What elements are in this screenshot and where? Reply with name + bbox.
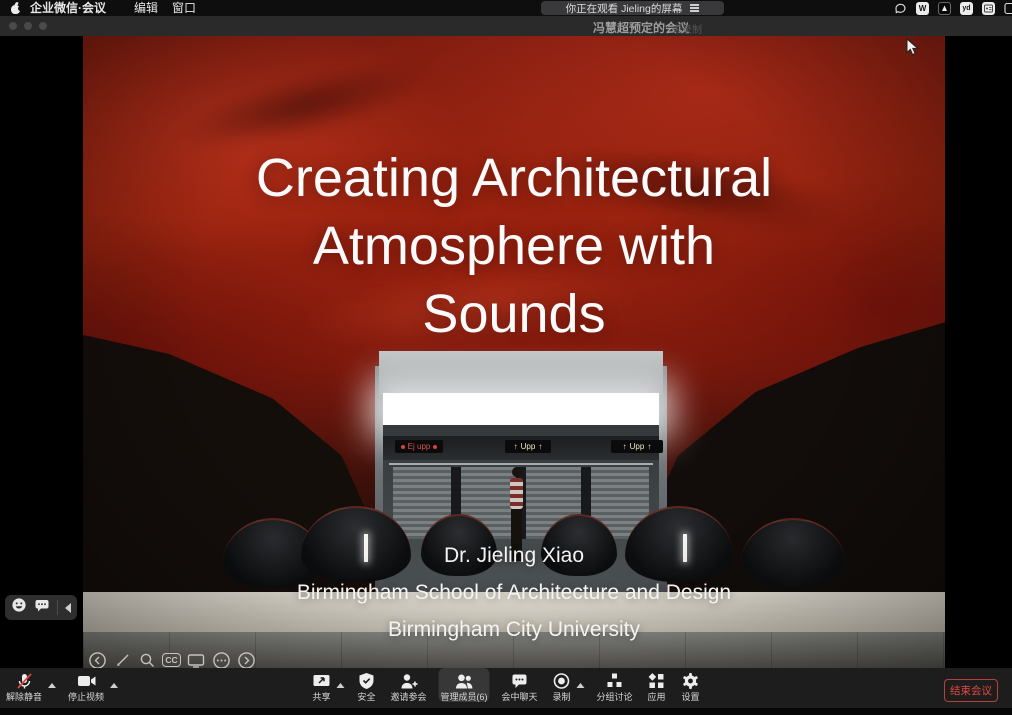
manage-members-button[interactable]: 管理成员(6)	[438, 668, 489, 702]
chat-bubble-tray-icon[interactable]	[894, 2, 907, 15]
meeting-toolbar: 解除静音 停止视频 共享 安全	[0, 668, 1012, 715]
screen-share-status-pill[interactable]: 你正在观看 Jieling的屏幕	[541, 1, 724, 15]
pill-divider	[57, 600, 58, 615]
collapse-panel-icon[interactable]	[65, 603, 71, 613]
mic-muted-icon	[14, 671, 34, 690]
apps-button[interactable]: 应用	[645, 668, 669, 702]
captions-button[interactable]: CC	[162, 653, 181, 667]
record-button[interactable]: 录制	[550, 668, 574, 702]
share-options-icon	[690, 7, 699, 9]
camera-icon	[76, 671, 97, 690]
slide-title-line3: Sounds	[83, 280, 945, 348]
shared-screen-slide: Ej upp ↑Upp↑ ↑Upp↑ Creating Architectura…	[83, 36, 945, 672]
dark-app-tray-icon[interactable]	[938, 2, 951, 15]
credit-author: Dr. Jieling Xiao	[83, 537, 945, 574]
chat-label: 会中聊天	[501, 692, 537, 702]
settings-label: 设置	[682, 692, 700, 702]
apple-menu-icon[interactable]	[10, 3, 21, 14]
manage-members-label: 管理成员(6)	[440, 692, 487, 702]
previous-slide-button[interactable]	[87, 650, 107, 670]
slide-credits: Dr. Jieling Xiao Birmingham School of Ar…	[83, 537, 945, 648]
hall-light-tube	[389, 463, 653, 465]
end-meeting-button[interactable]: 结束会议	[944, 679, 998, 702]
mic-options-caret[interactable]	[48, 683, 56, 688]
emoji-reaction-icon[interactable]	[11, 597, 27, 618]
menubar-window-menu[interactable]: 窗口	[172, 1, 196, 15]
pen-tool-icon[interactable]	[112, 650, 132, 670]
person-plus-icon	[398, 671, 419, 690]
stop-video-label: 停止视频	[68, 692, 104, 702]
share-screen-icon	[311, 671, 331, 690]
menubar-edit-menu[interactable]: 编辑	[134, 1, 158, 15]
zoom-tool-icon[interactable]	[137, 650, 157, 670]
credit-university: Birmingham City University	[83, 611, 945, 648]
people-icon	[453, 671, 475, 690]
unmute-button[interactable]: 解除静音	[4, 668, 44, 702]
credit-school: Birmingham School of Architecture and De…	[83, 574, 945, 611]
yd-app-tray-icon[interactable]: yd	[960, 2, 973, 15]
reactions-floating-panel	[5, 595, 77, 620]
chat-button[interactable]: 会中聊天	[499, 668, 539, 702]
apps-grid-icon	[647, 671, 667, 690]
security-label: 安全	[357, 692, 375, 702]
screen-share-status-text: 你正在观看 Jieling的屏幕	[566, 1, 683, 16]
escalator-sign-upp-right: ↑Upp↑	[611, 440, 663, 453]
window-titlebar: 冯慧超预定的会议 未录制	[0, 16, 1012, 36]
wechat-work-tray-icon[interactable]: W	[916, 2, 929, 15]
cards-app-tray-icon[interactable]	[982, 2, 995, 15]
meeting-status: 未录制	[672, 21, 702, 36]
unmute-label: 解除静音	[6, 692, 42, 702]
breakout-squares-icon	[605, 671, 625, 690]
slide-title-line1: Creating Architectural	[83, 144, 945, 212]
presenter-toolbar: CC	[87, 650, 256, 670]
share-button[interactable]: 共享	[309, 668, 333, 702]
window-close-button[interactable]	[9, 22, 17, 30]
apps-label: 应用	[648, 692, 666, 702]
slide-title-line2: Atmosphere with	[83, 212, 945, 280]
clipped-tray-icon[interactable]	[1004, 2, 1012, 15]
next-slide-button[interactable]	[236, 650, 256, 670]
share-label: 共享	[312, 692, 330, 702]
hall-ceiling	[379, 351, 663, 395]
chat-quick-icon[interactable]	[34, 597, 50, 618]
menubar-app-name[interactable]: 企业微信·会议	[30, 1, 106, 15]
shield-check-icon	[356, 671, 376, 690]
mouse-cursor	[906, 38, 920, 57]
slide-title: Creating Architectural Atmosphere with S…	[83, 144, 945, 348]
more-options-button[interactable]	[211, 650, 231, 670]
window-minimize-button[interactable]	[24, 22, 32, 30]
window-zoom-button[interactable]	[39, 22, 47, 30]
escalator-sign-upp-center: ↑Upp↑	[505, 440, 551, 453]
security-button[interactable]: 安全	[354, 668, 378, 702]
share-options-caret[interactable]	[336, 683, 344, 688]
record-icon	[552, 671, 572, 690]
record-label: 录制	[552, 692, 570, 702]
breakout-button[interactable]: 分组讨论	[595, 668, 635, 702]
breakout-label: 分组讨论	[597, 692, 633, 702]
menubar-tray: W yd	[894, 1, 1012, 15]
settings-button[interactable]: 设置	[679, 668, 703, 702]
stop-video-button[interactable]: 停止视频	[66, 668, 106, 702]
macos-menubar: 企业微信·会议 编辑 窗口 你正在观看 Jieling的屏幕 W yd	[0, 0, 1012, 16]
record-options-caret[interactable]	[577, 683, 585, 688]
video-options-caret[interactable]	[110, 683, 118, 688]
present-fullscreen-icon[interactable]	[186, 650, 206, 670]
escalator-sign-ej-upp: Ej upp	[395, 440, 443, 453]
gear-icon	[681, 671, 701, 690]
invite-label: 邀请参会	[390, 692, 426, 702]
chat-bubble-icon	[509, 671, 529, 690]
hall-light-bar	[383, 393, 659, 425]
invite-button[interactable]: 邀请参会	[388, 668, 428, 702]
